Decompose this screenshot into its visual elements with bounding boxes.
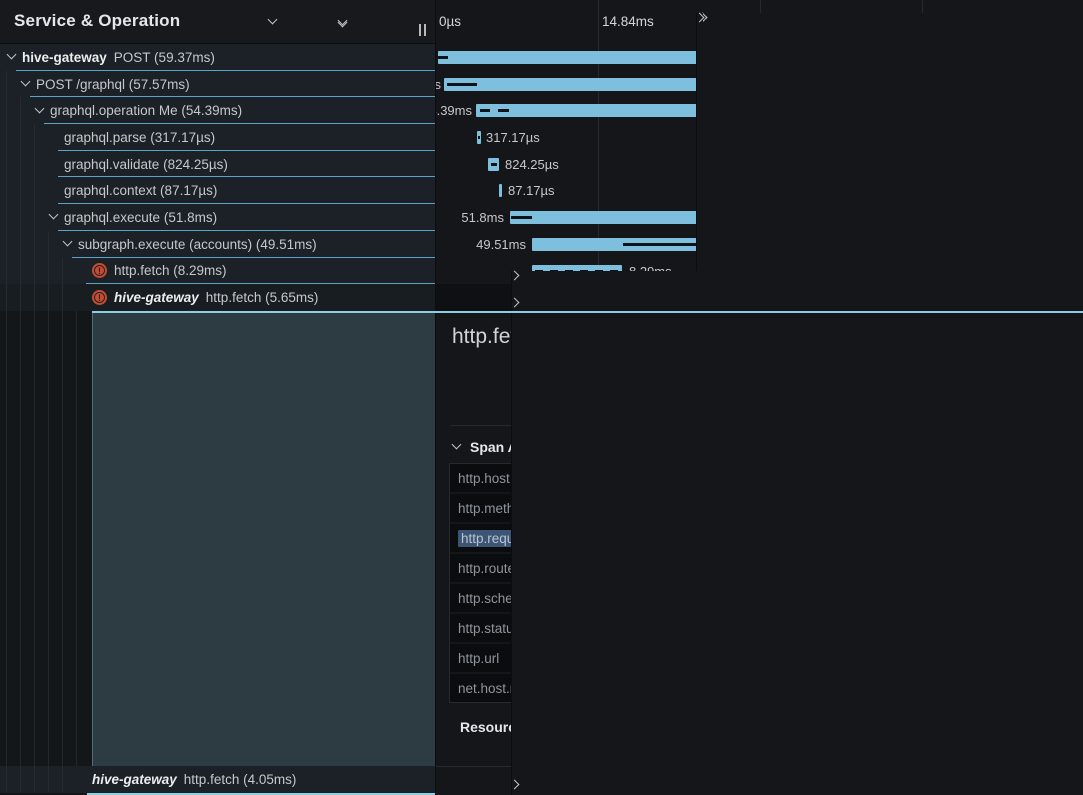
span-row[interactable]: hive-gateway http.fetch (4.05ms) bbox=[0, 766, 435, 793]
span-bar[interactable] bbox=[488, 158, 499, 171]
span-row[interactable]: subgraph.execute (accounts) (49.51ms) bbox=[0, 231, 435, 258]
span-row[interactable]: graphql.validate (824.25µs) bbox=[0, 151, 435, 178]
chevron-right-icon[interactable] bbox=[511, 780, 1083, 795]
chevron-down-icon[interactable] bbox=[35, 106, 45, 116]
service-operation-panel: Service & Operation hive-gateway POST (5… bbox=[0, 0, 435, 795]
double-chevron-right-icon[interactable] bbox=[369, 13, 387, 31]
chevron-right-icon[interactable] bbox=[299, 13, 317, 31]
selection-top-line bbox=[92, 311, 1083, 313]
panel-resize-handle[interactable] bbox=[419, 24, 429, 36]
span-bar[interactable] bbox=[477, 131, 481, 144]
error-icon bbox=[92, 290, 107, 305]
span-row[interactable]: hive-gateway POST (59.37ms) bbox=[0, 44, 435, 71]
span-row[interactable]: graphql.operation Me (54.39ms) bbox=[0, 97, 435, 124]
chevron-right-icon[interactable] bbox=[511, 298, 1083, 795]
chevron-down-icon bbox=[452, 442, 462, 452]
span-row[interactable]: http.fetch (8.29ms) bbox=[0, 258, 435, 285]
operation-name: http.fetch (8.29ms) bbox=[114, 263, 227, 278]
chevron-down-icon[interactable] bbox=[63, 239, 73, 249]
duration-label: 824.25µs bbox=[505, 157, 559, 172]
span-row[interactable]: graphql.context (87.17µs) bbox=[0, 177, 435, 204]
panel-title: Service & Operation bbox=[14, 11, 180, 31]
operation-name: graphql.operation Me (54.39ms) bbox=[50, 103, 242, 118]
span-tree: hive-gateway POST (59.37ms) POST /graphq… bbox=[0, 44, 435, 311]
chevron-down-icon[interactable] bbox=[49, 212, 59, 222]
span-row[interactable]: POST /graphql (57.57ms) bbox=[0, 71, 435, 98]
duration-label: 51.8ms bbox=[461, 210, 504, 225]
duration-label: 57.57ms bbox=[436, 77, 441, 92]
operation-name: http.fetch (5.65ms) bbox=[206, 290, 319, 305]
duration-label: 54.39ms bbox=[436, 103, 472, 118]
duration-label: 49.51ms bbox=[476, 237, 526, 252]
operation-name: POST /graphql (57.57ms) bbox=[36, 77, 190, 92]
chevron-down-icon[interactable] bbox=[21, 79, 31, 89]
span-row[interactable]: graphql.parse (317.17µs) bbox=[0, 124, 435, 151]
service-name: hive-gateway bbox=[114, 290, 199, 305]
trace-viewer: 0µs 14.84ms 29.68ms 44.53ms 59.37ms 57.5… bbox=[0, 0, 1083, 795]
operation-name: graphql.execute (51.8ms) bbox=[64, 210, 217, 225]
axis-tick: 0µs bbox=[439, 14, 461, 29]
duration-label: 317.17µs bbox=[486, 130, 540, 145]
selected-span-expansion bbox=[0, 311, 435, 766]
service-name: hive-gateway bbox=[22, 50, 107, 65]
span-row[interactable]: graphql.execute (51.8ms) bbox=[0, 204, 435, 231]
service-name: hive-gateway bbox=[92, 772, 177, 787]
selected-span-block bbox=[92, 311, 435, 766]
operation-name: graphql.context (87.17µs) bbox=[64, 183, 217, 198]
operation-name: graphql.validate (824.25µs) bbox=[64, 157, 228, 172]
operation-name: subgraph.execute (accounts) (49.51ms) bbox=[78, 237, 317, 252]
left-panel-header: Service & Operation bbox=[0, 0, 435, 44]
operation-name: http.fetch (4.05ms) bbox=[184, 772, 297, 787]
operation-name: POST (59.37ms) bbox=[114, 50, 215, 65]
axis-tick: 14.84ms bbox=[602, 14, 654, 29]
chevron-down-icon[interactable] bbox=[7, 52, 17, 62]
span-row-selected[interactable]: hive-gateway http.fetch (5.65ms) bbox=[0, 284, 435, 311]
double-chevron-down-icon[interactable] bbox=[334, 14, 352, 30]
chevron-down-icon[interactable] bbox=[264, 13, 282, 31]
operation-name: graphql.parse (317.17µs) bbox=[64, 130, 215, 145]
duration-label: 87.17µs bbox=[508, 183, 555, 198]
error-icon bbox=[92, 263, 107, 278]
span-bar[interactable] bbox=[499, 184, 502, 197]
